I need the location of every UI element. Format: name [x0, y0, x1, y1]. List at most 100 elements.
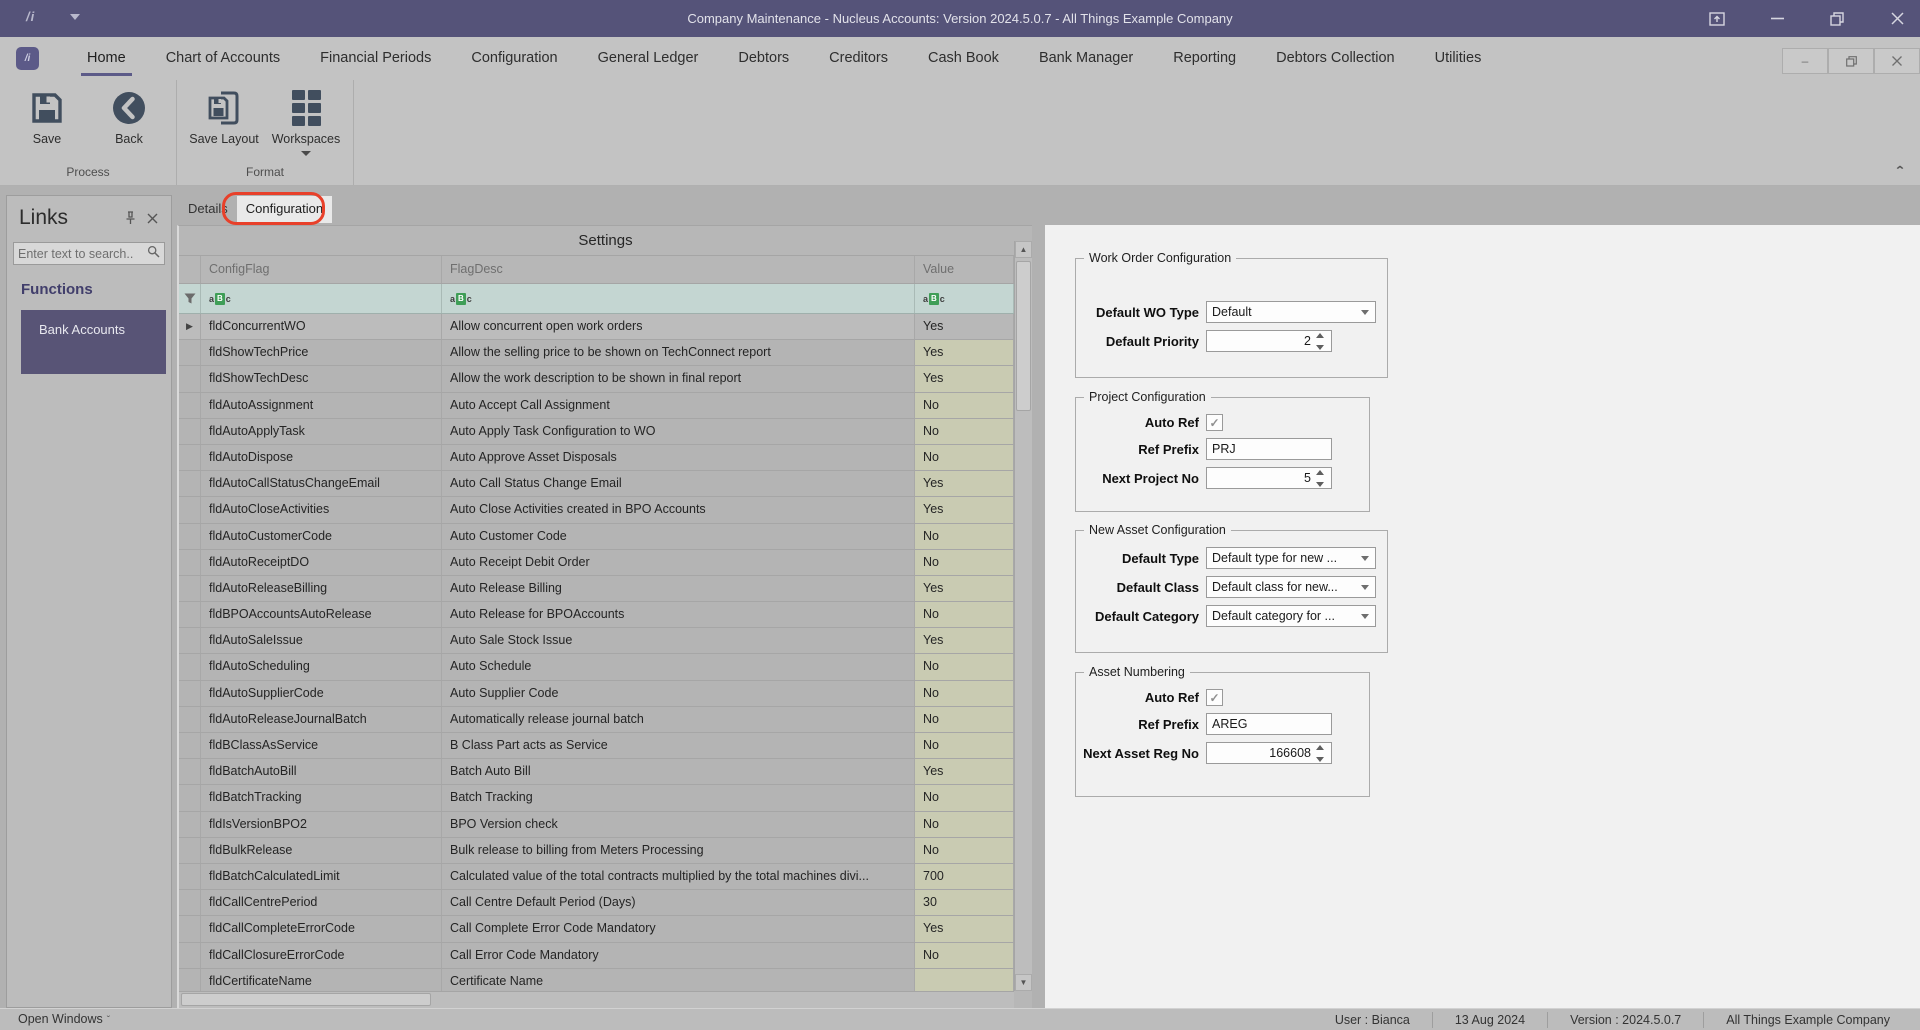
cell-configflag[interactable]: fldAutoCustomerCode	[201, 523, 442, 549]
cell-flagdesc[interactable]: Auto Call Status Change Email	[442, 471, 915, 497]
table-row[interactable]: fldAutoCustomerCode Auto Customer Code No	[179, 523, 1032, 550]
chevron-down-icon[interactable]	[1361, 614, 1369, 619]
chevron-down-icon[interactable]	[1361, 556, 1369, 561]
cell-value[interactable]: No	[915, 549, 1014, 575]
cell-flagdesc[interactable]: Auto Accept Call Assignment	[442, 392, 915, 418]
ribbon-tab-chart-of-accounts[interactable]: Chart of Accounts	[164, 37, 282, 80]
filter-cell-configflag[interactable]: aBc	[201, 284, 442, 313]
table-row[interactable]: fldShowTechPrice Allow the selling price …	[179, 340, 1032, 367]
table-row[interactable]: fldBulkRelease Bulk release to billing fr…	[179, 837, 1032, 864]
table-row[interactable]: fldBPOAccountsAutoRelease Auto Release fo…	[179, 602, 1032, 629]
cell-value[interactable]: No	[915, 654, 1014, 680]
column-header-configflag[interactable]: ConfigFlag	[201, 256, 442, 283]
next-project-no-stepper[interactable]: 5	[1206, 467, 1332, 489]
cell-configflag[interactable]: fldAutoScheduling	[201, 654, 442, 680]
horizontal-scrollbar[interactable]	[179, 991, 1014, 1008]
cell-flagdesc[interactable]: Allow the selling price to be shown on T…	[442, 340, 915, 366]
ribbon-tab-configuration[interactable]: Configuration	[469, 37, 559, 80]
ribbon-tab-bank-manager[interactable]: Bank Manager	[1037, 37, 1135, 80]
table-row[interactable]: fldAutoReleaseJournalBatch Automatically …	[179, 706, 1032, 733]
table-row[interactable]: fldBatchTracking Batch Tracking No	[179, 785, 1032, 812]
table-row[interactable]: fldCallClosureErrorCode Call Error Code M…	[179, 942, 1032, 969]
cell-flagdesc[interactable]: Auto Approve Asset Disposals	[442, 444, 915, 471]
column-header-value[interactable]: Value	[915, 256, 1014, 283]
cell-flagdesc[interactable]: Auto Apply Task Configuration to WO	[442, 418, 915, 444]
cell-flagdesc[interactable]: Bulk release to billing from Meters Proc…	[442, 837, 915, 863]
cell-configflag[interactable]: fldAutoApplyTask	[201, 418, 442, 444]
cell-flagdesc[interactable]: Auto Close Activities created in BPO Acc…	[442, 497, 915, 523]
cell-value[interactable]: Yes	[915, 314, 1014, 340]
default-wo-type-dropdown[interactable]: Default	[1206, 301, 1376, 323]
cell-configflag[interactable]: fldAutoReleaseJournalBatch	[201, 706, 442, 732]
scroll-up-icon[interactable]: ▲	[1015, 241, 1032, 258]
cell-value[interactable]: No	[915, 785, 1014, 811]
column-header-flagdesc[interactable]: FlagDesc	[442, 256, 915, 283]
cell-configflag[interactable]: fldBatchTracking	[201, 785, 442, 811]
ribbon-tab-reporting[interactable]: Reporting	[1171, 37, 1238, 80]
cell-value[interactable]: 700	[915, 863, 1014, 890]
cell-configflag[interactable]: fldCallClosureErrorCode	[201, 942, 442, 968]
cell-flagdesc[interactable]: Auto Release for BPOAccounts	[442, 602, 915, 628]
stepper-arrows[interactable]	[1316, 745, 1328, 762]
cell-configflag[interactable]: fldShowTechDesc	[201, 366, 442, 392]
table-row[interactable]: fldCallCentrePeriod Call Centre Default P…	[179, 890, 1032, 917]
auto-ref-checkbox[interactable]: ✓	[1206, 689, 1223, 706]
cell-configflag[interactable]: fldAutoSaleIssue	[201, 628, 442, 654]
cell-value[interactable]: No	[915, 523, 1014, 549]
default-type-dropdown[interactable]: Default type for new ...	[1206, 547, 1376, 569]
table-row[interactable]: fldAutoDispose Auto Approve Asset Disposa…	[179, 444, 1032, 472]
next-asset-reg-no-stepper[interactable]: 166608	[1206, 742, 1332, 764]
cell-value[interactable]: No	[915, 602, 1014, 628]
scroll-down-icon[interactable]: ▼	[1015, 974, 1032, 991]
tab-configuration[interactable]: Configuration	[236, 196, 333, 223]
mdi-close-button[interactable]	[1874, 48, 1920, 74]
search-input[interactable]	[18, 246, 147, 261]
cell-flagdesc[interactable]: Automatically release journal batch	[442, 706, 915, 732]
cell-flagdesc[interactable]: Calculated value of the total contracts …	[442, 863, 915, 890]
table-row[interactable]: fldAutoReleaseBilling Auto Release Billin…	[179, 575, 1032, 603]
ribbon-tab-utilities[interactable]: Utilities	[1433, 37, 1484, 80]
search-icon[interactable]	[147, 245, 160, 263]
table-row[interactable]: fldAutoAssignment Auto Accept Call Assign…	[179, 392, 1032, 419]
table-row[interactable]: fldBatchAutoBill Batch Auto Bill Yes	[179, 759, 1032, 786]
table-row[interactable]: fldAutoReceiptDO Auto Receipt Debit Order…	[179, 549, 1032, 576]
popup-window-icon[interactable]	[1702, 4, 1732, 34]
save-layout-button[interactable]: Save Layout	[187, 86, 261, 156]
cell-configflag[interactable]: fldBClassAsService	[201, 733, 442, 759]
cell-value[interactable]: Yes	[915, 916, 1014, 942]
cell-configflag[interactable]: fldCallCentrePeriod	[201, 890, 442, 916]
cell-configflag[interactable]: fldBatchCalculatedLimit	[201, 863, 442, 890]
cell-value[interactable]: Yes	[915, 628, 1014, 654]
cell-flagdesc[interactable]: Auto Release Billing	[442, 575, 915, 602]
cell-value[interactable]: No	[915, 733, 1014, 759]
table-row[interactable]: fldIsVersionBPO2 BPO Version check No	[179, 811, 1032, 838]
cell-configflag[interactable]: fldConcurrentWO	[201, 314, 442, 340]
chevron-down-icon[interactable]	[301, 151, 311, 156]
default-class-dropdown[interactable]: Default class for new...	[1206, 576, 1376, 598]
cell-configflag[interactable]: fldBPOAccountsAutoRelease	[201, 602, 442, 628]
table-row[interactable]: fldAutoCloseActivities Auto Close Activit…	[179, 497, 1032, 524]
vertical-scroll-thumb[interactable]	[1016, 261, 1031, 411]
table-row[interactable]: fldBatchCalculatedLimit Calculated value …	[179, 863, 1032, 891]
cell-flagdesc[interactable]: Auto Customer Code	[442, 523, 915, 549]
cell-value[interactable]: No	[915, 706, 1014, 732]
cell-flagdesc[interactable]: Auto Supplier Code	[442, 680, 915, 706]
cell-configflag[interactable]: fldShowTechPrice	[201, 340, 442, 366]
cell-flagdesc[interactable]: Batch Tracking	[442, 785, 915, 811]
cell-value[interactable]: No	[915, 680, 1014, 706]
table-row[interactable]: fldBClassAsService B Class Part acts as S…	[179, 733, 1032, 760]
mdi-restore-button[interactable]	[1828, 48, 1874, 74]
horizontal-scroll-thumb[interactable]	[181, 993, 431, 1006]
save-button[interactable]: Save	[10, 86, 84, 146]
cell-flagdesc[interactable]: Batch Auto Bill	[442, 759, 915, 785]
ref-prefix-field[interactable]: AREG	[1206, 713, 1332, 735]
ribbon-tab-creditors[interactable]: Creditors	[827, 37, 890, 80]
cell-configflag[interactable]: fldCallCompleteErrorCode	[201, 916, 442, 942]
cell-configflag[interactable]: fldAutoDispose	[201, 444, 442, 471]
cell-configflag[interactable]: fldAutoReleaseBilling	[201, 575, 442, 602]
table-row[interactable]: fldAutoSaleIssue Auto Sale Stock Issue Yes	[179, 628, 1032, 655]
stepper-arrows[interactable]	[1316, 470, 1328, 487]
ribbon-tab-home[interactable]: Home	[81, 37, 132, 80]
pin-icon[interactable]	[119, 207, 141, 229]
stepper-arrows[interactable]	[1316, 333, 1328, 350]
